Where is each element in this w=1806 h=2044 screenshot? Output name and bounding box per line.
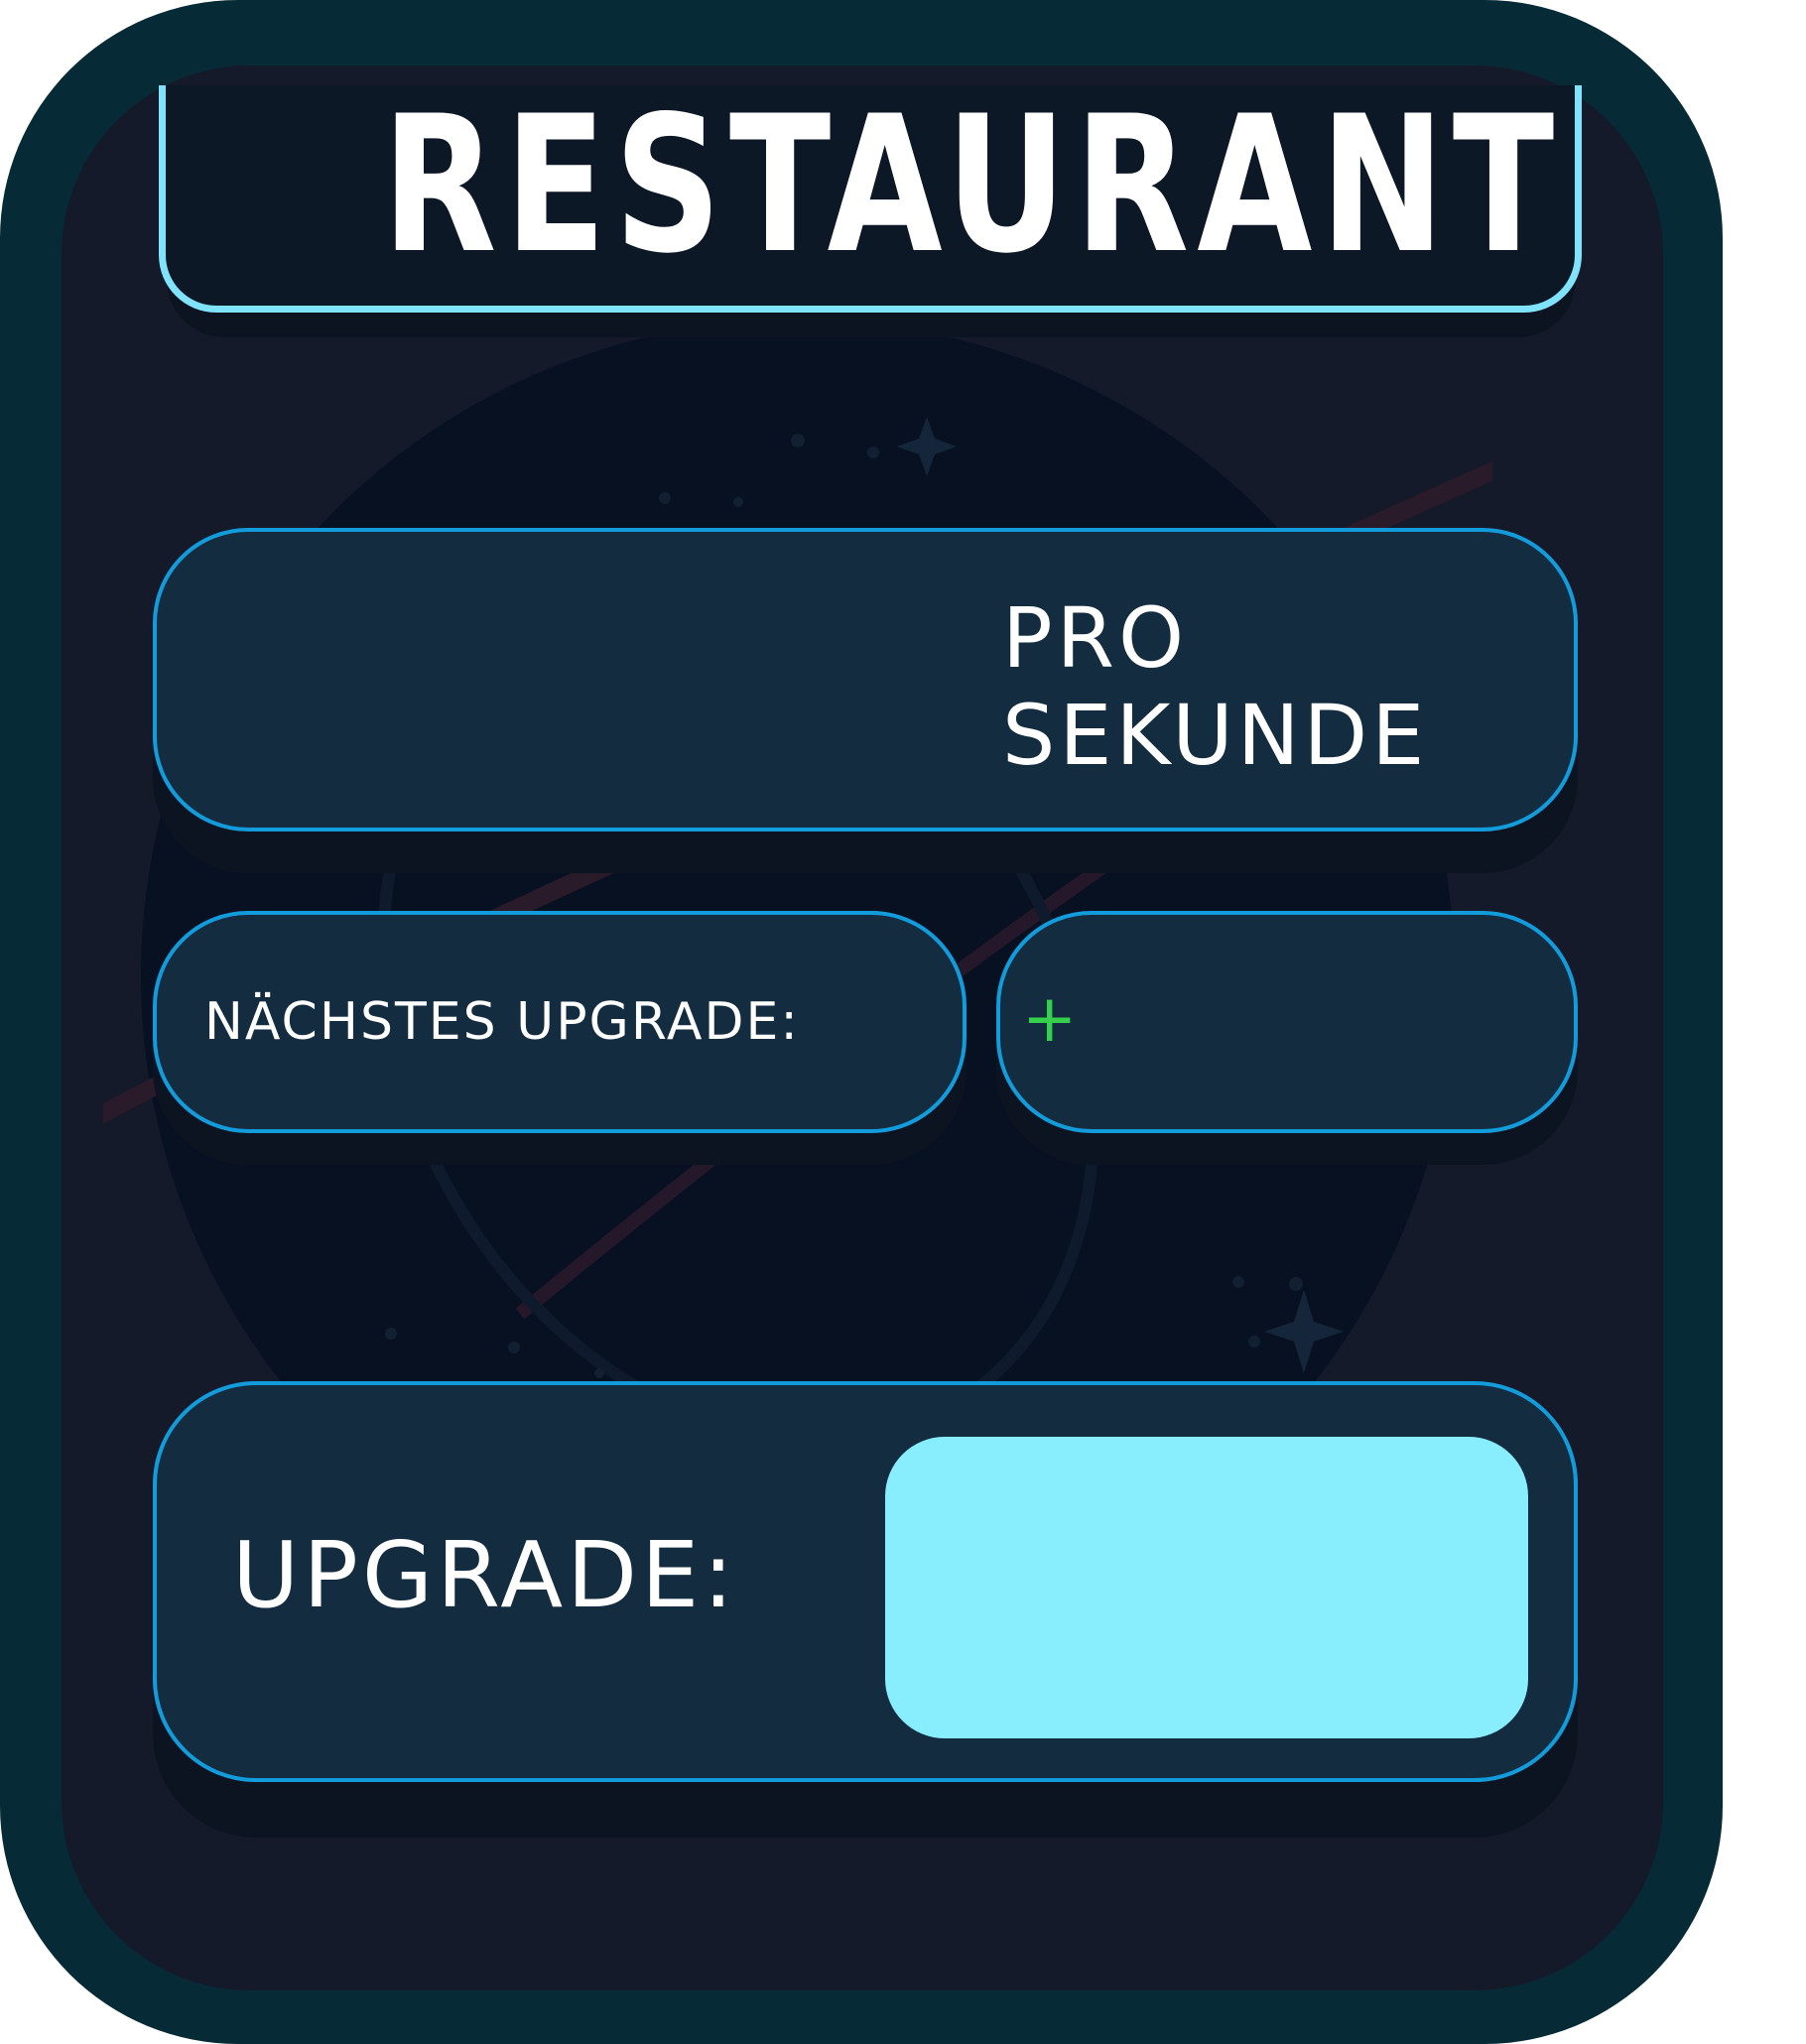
title-banner-box: RESTAURANT <box>159 85 1582 313</box>
upgrade-label: UPGRADE: <box>232 1522 738 1628</box>
income-panel: PRO SEKUNDE <box>153 528 1578 831</box>
upgrade-panel: UPGRADE: <box>153 1381 1578 1782</box>
bonus-panel: + <box>996 911 1578 1133</box>
plus-sign: + <box>1022 980 1078 1057</box>
page-title: RESTAURANT <box>382 75 1563 295</box>
title-banner: RESTAURANT <box>159 85 1582 337</box>
per-second-label: PRO SEKUNDE <box>1002 589 1429 784</box>
next-upgrade-panel: NÄCHSTES UPGRADE: <box>153 911 967 1133</box>
upgrade-button[interactable] <box>885 1437 1528 1738</box>
next-upgrade-label: NÄCHSTES UPGRADE: <box>204 992 800 1052</box>
